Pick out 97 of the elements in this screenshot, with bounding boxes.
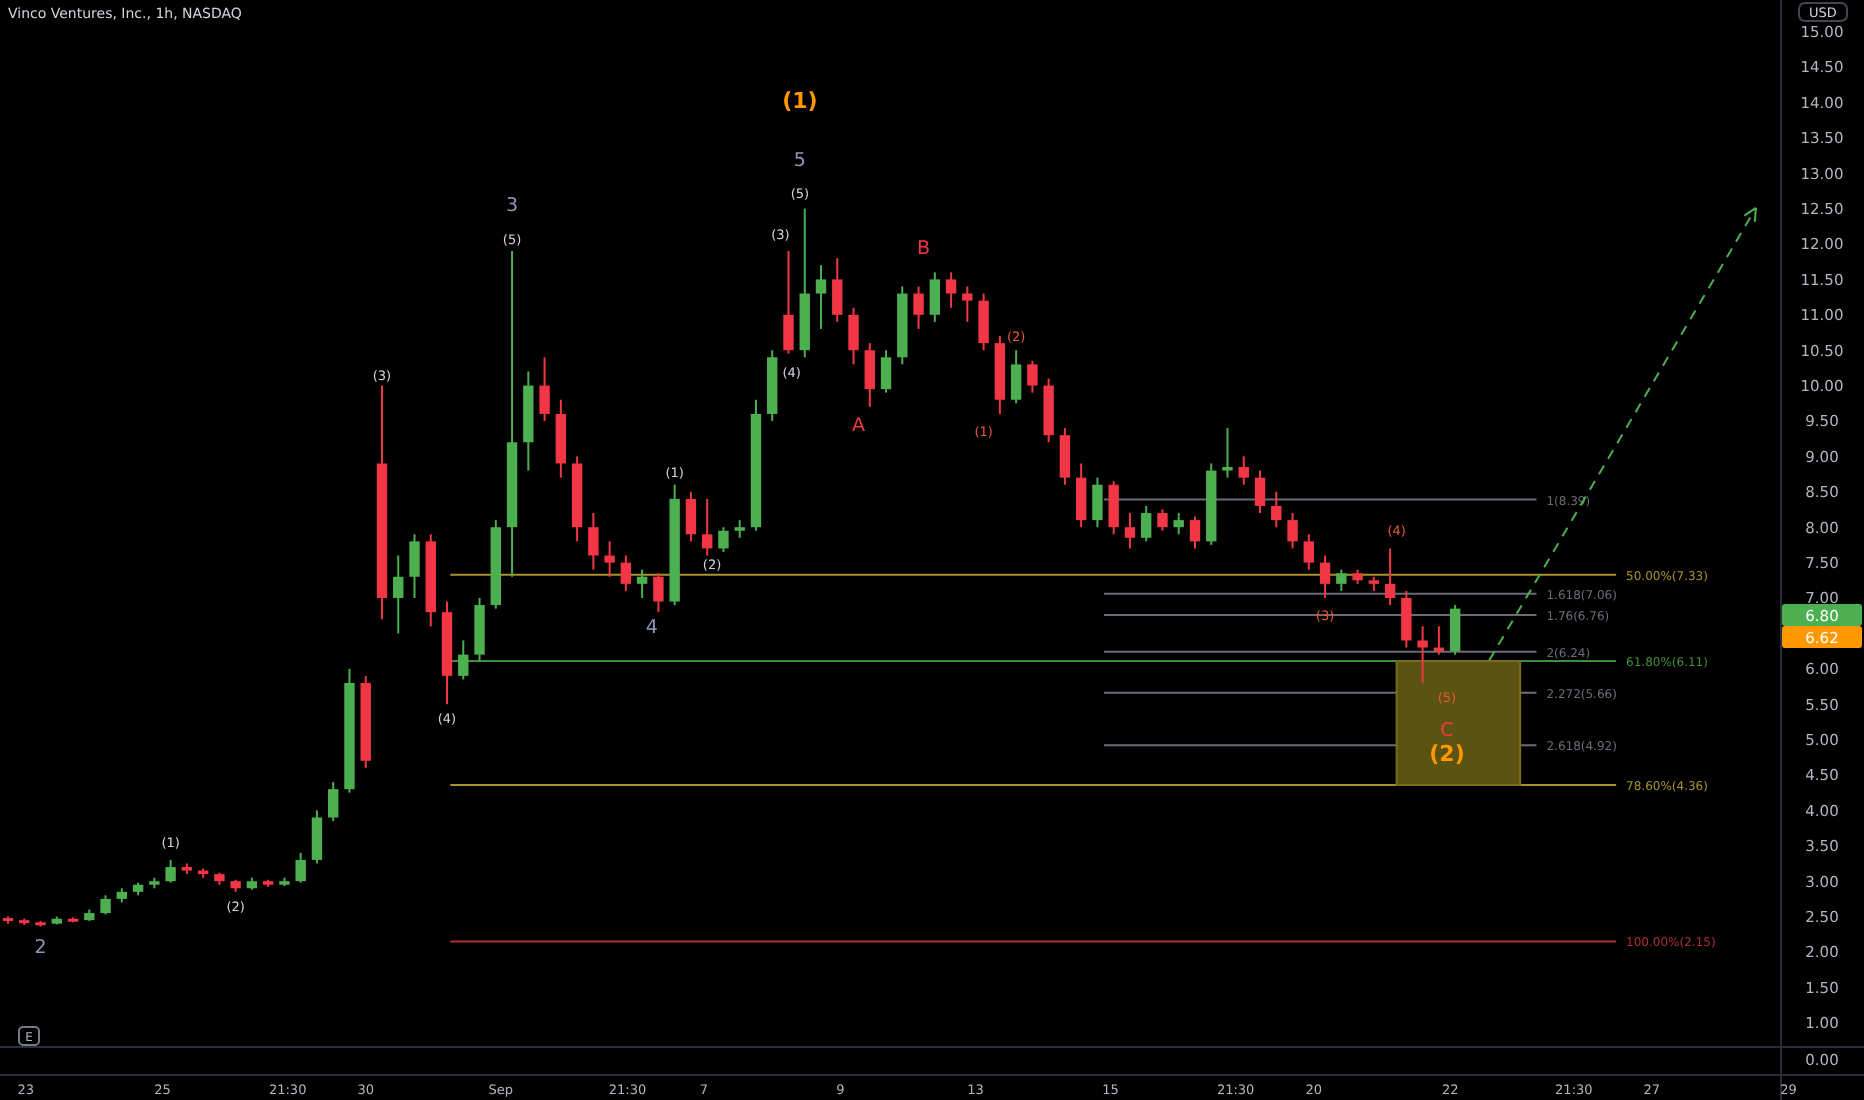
candlestick: [1319, 554, 1331, 599]
candlestick: [1075, 462, 1087, 529]
wave-label: 4: [645, 616, 658, 639]
candlestick: [978, 292, 989, 352]
wave-label: (2): [1429, 741, 1465, 768]
wave-label: 3: [506, 195, 519, 217]
candlestick: [165, 858, 176, 884]
candlestick: [132, 881, 144, 897]
candlestick: [1303, 533, 1314, 571]
candlestick: [1254, 469, 1266, 515]
candlestick: [1433, 625, 1445, 656]
candlestick: [230, 878, 241, 893]
candlestick: [51, 915, 62, 926]
candlestick: [1108, 480, 1119, 536]
candlestick: [458, 639, 469, 681]
candlestick: [409, 533, 420, 599]
candlestick: [523, 370, 534, 472]
wave-label: C: [1440, 720, 1454, 743]
candlestick: [1027, 359, 1038, 394]
candlestick: [84, 908, 95, 922]
wave-label: 5: [793, 150, 806, 173]
candlestick: [474, 597, 485, 663]
candlestick: [1157, 508, 1168, 532]
candlestick: [897, 285, 908, 366]
candlestick: [783, 250, 794, 355]
candlestick: [848, 306, 859, 366]
candlestick: [214, 871, 225, 886]
candlestick: [344, 667, 355, 794]
candlestick: [669, 483, 680, 607]
candlestick: [19, 917, 30, 927]
candlestick: [197, 867, 209, 879]
wave-label: 2: [34, 937, 47, 959]
candlestick: [1352, 568, 1363, 585]
candlestick: [393, 554, 404, 635]
candlestick: [945, 271, 957, 309]
target-zone: [1395, 660, 1522, 786]
candlestick: [653, 572, 664, 614]
candlestick: [702, 497, 713, 557]
candlestick: [262, 878, 274, 888]
candlestick: [539, 356, 550, 422]
candlestick: [1449, 604, 1461, 656]
candlestick: [1124, 512, 1136, 550]
candlestick: [1271, 490, 1282, 529]
candlestick: [571, 455, 583, 543]
candlestick: [1059, 427, 1071, 486]
candlestick: [588, 512, 599, 571]
wave-label: A: [851, 415, 865, 438]
candlestick: [929, 271, 940, 323]
candlestick: [181, 862, 193, 876]
wave-label: (1): [782, 88, 818, 114]
candlestick: [767, 349, 778, 422]
candlestick: [149, 876, 160, 890]
candlestick: [1092, 476, 1103, 529]
candlestick: [1043, 377, 1054, 444]
candlestick: [1287, 512, 1298, 550]
candlestick: [35, 919, 46, 928]
candlestick: [962, 285, 973, 323]
candlestick: [685, 490, 697, 543]
candlestick: [116, 887, 127, 904]
candlestick: [1336, 568, 1347, 592]
candlestick: [1401, 589, 1412, 649]
candlestick: [1222, 427, 1233, 479]
candlestick: [425, 533, 436, 628]
candlestick: [1384, 547, 1396, 607]
candlestick: [1173, 512, 1184, 536]
candlestick: [2, 915, 14, 925]
candlestick: [1417, 625, 1428, 684]
candlestick: [1206, 462, 1217, 546]
candlestick: [718, 526, 729, 553]
candlestick: [67, 916, 79, 924]
candlestick: [555, 398, 567, 479]
candlestick: [750, 398, 762, 532]
candlestick: [1368, 575, 1380, 592]
wave-label: B: [916, 238, 930, 261]
candlestick: [913, 285, 924, 330]
candlestick: [279, 876, 290, 888]
candlestick: [490, 519, 501, 610]
candlestick: [295, 851, 306, 884]
candlestick: [246, 876, 258, 891]
candlestick: [1010, 349, 1022, 405]
candlestick: [1238, 455, 1249, 486]
candlestick: [1141, 504, 1152, 543]
candlestick: [441, 600, 453, 706]
candlestick: [734, 519, 745, 539]
candlestick: [832, 257, 843, 323]
candlestick: [311, 809, 323, 865]
candlestick: [1189, 515, 1201, 550]
candlestick: [604, 540, 615, 578]
candlestick: [815, 264, 827, 330]
candlestick: [328, 781, 339, 822]
candlestick: [100, 894, 111, 916]
candlestick: [880, 349, 892, 394]
candlestick: [360, 674, 371, 769]
candlestick: [636, 568, 648, 599]
candlestick: [994, 335, 1006, 415]
candlestick: [620, 554, 632, 592]
candlestick: [864, 342, 875, 408]
